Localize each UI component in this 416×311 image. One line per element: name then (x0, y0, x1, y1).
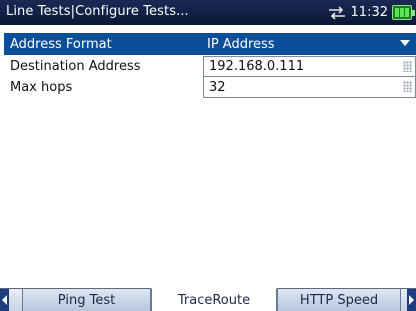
max-hops-value: 32 (209, 79, 226, 95)
destination-address-label: Destination Address (10, 59, 141, 74)
dropdown-arrow-icon[interactable] (400, 40, 410, 46)
tab-scroll-left-icon[interactable] (0, 289, 9, 311)
keypad-grip-icon[interactable] (403, 61, 412, 72)
connection-icon (327, 5, 347, 20)
settings-grid: Address Format IP Address Destination Ad… (4, 33, 416, 98)
destination-address-row: Destination Address 192.168.0.111 (4, 56, 416, 77)
tab-traceroute-label: TraceRoute (177, 292, 251, 308)
max-hops-field[interactable]: 32 (203, 77, 416, 98)
tab-ping-test[interactable]: Ping Test (22, 289, 151, 311)
destination-address-value: 192.168.0.111 (209, 59, 305, 74)
max-hops-label: Max hops (10, 80, 73, 95)
title-bar: Line Tests|Configure Tests... 11:32 (0, 0, 416, 25)
destination-address-field[interactable]: 192.168.0.111 (203, 56, 416, 77)
tab-ping-test-label: Ping Test (57, 292, 116, 308)
tab-traceroute[interactable]: TraceRoute (151, 288, 277, 311)
tab-bar: Ping Test TraceRoute HTTP Speed (0, 288, 416, 311)
tab-http-speed-label: HTTP Speed (299, 292, 379, 308)
window-title: Line Tests|Configure Tests... (6, 4, 189, 19)
address-format-row[interactable]: Address Format IP Address (4, 33, 416, 55)
status-area: 11:32 (327, 3, 415, 22)
max-hops-row: Max hops 32 (4, 77, 416, 98)
tab-http-speed[interactable]: HTTP Speed (277, 289, 401, 311)
address-format-select[interactable]: IP Address (203, 33, 416, 55)
address-format-label: Address Format (10, 36, 112, 52)
address-format-value: IP Address (207, 36, 275, 52)
battery-icon (392, 5, 415, 20)
keypad-grip-icon[interactable] (403, 81, 412, 92)
tab-scroll-right-icon[interactable] (407, 289, 416, 311)
clock: 11:32 (350, 5, 388, 20)
